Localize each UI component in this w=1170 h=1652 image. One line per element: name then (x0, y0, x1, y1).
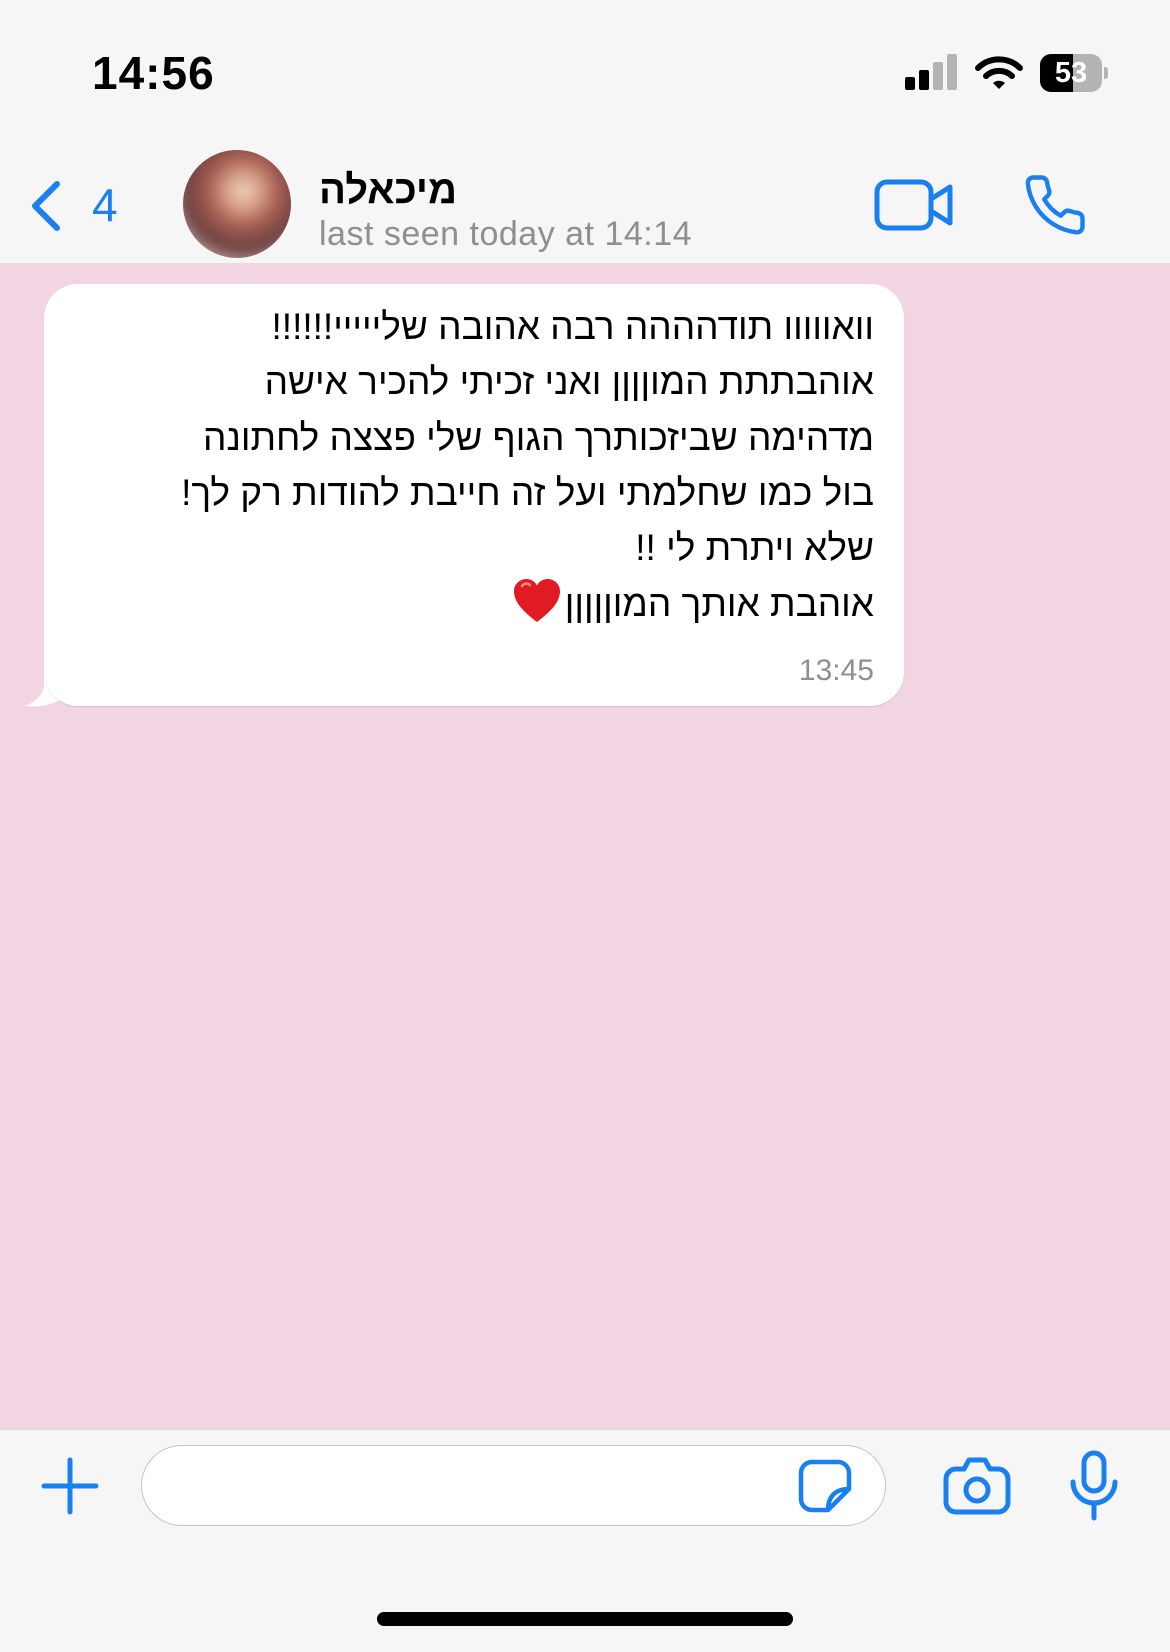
message-line: וואווווו תודהההה רבה אהובה שלייייי!!!!!! (271, 306, 874, 347)
status-time: 14:56 (92, 47, 215, 99)
wifi-icon (975, 56, 1023, 89)
message-line: אוהבתתת המוןןןן ואני זכיתי להכיר אישה (264, 361, 874, 402)
contact-name[interactable]: מיכאלה (319, 166, 457, 214)
battery-icon: 53 (1040, 54, 1108, 92)
avatar[interactable] (183, 150, 291, 258)
microphone-icon[interactable] (1068, 1450, 1120, 1522)
plus-icon[interactable] (40, 1456, 100, 1516)
message-line: מדהימה שביזכותרך הגוף שלי פצצה לחתונה (203, 417, 874, 458)
back-button-unread-count[interactable]: 4 (92, 180, 118, 230)
last-seen-status: last seen today at 14:14 (319, 215, 693, 253)
battery-level: 53 (1054, 57, 1088, 89)
message-timestamp: 13:45 (798, 654, 874, 687)
phone-call-icon[interactable] (1022, 172, 1088, 238)
message-line: אוהבת אותך המוןןןןן (70, 576, 874, 631)
message-input[interactable] (141, 1445, 886, 1526)
message-line: שלא ויתרת לי !! (635, 527, 874, 568)
camera-icon[interactable] (943, 1455, 1011, 1515)
sticker-icon[interactable] (798, 1459, 852, 1513)
home-indicator (377, 1612, 793, 1626)
back-chevron-icon[interactable] (26, 176, 66, 236)
red-heart-icon (513, 579, 560, 622)
video-call-icon[interactable] (874, 178, 954, 232)
message-line: בול כמו שחלמתי ועל זה חייבת להודות רק לך… (181, 472, 874, 513)
cellular-signal-icon (905, 52, 959, 90)
